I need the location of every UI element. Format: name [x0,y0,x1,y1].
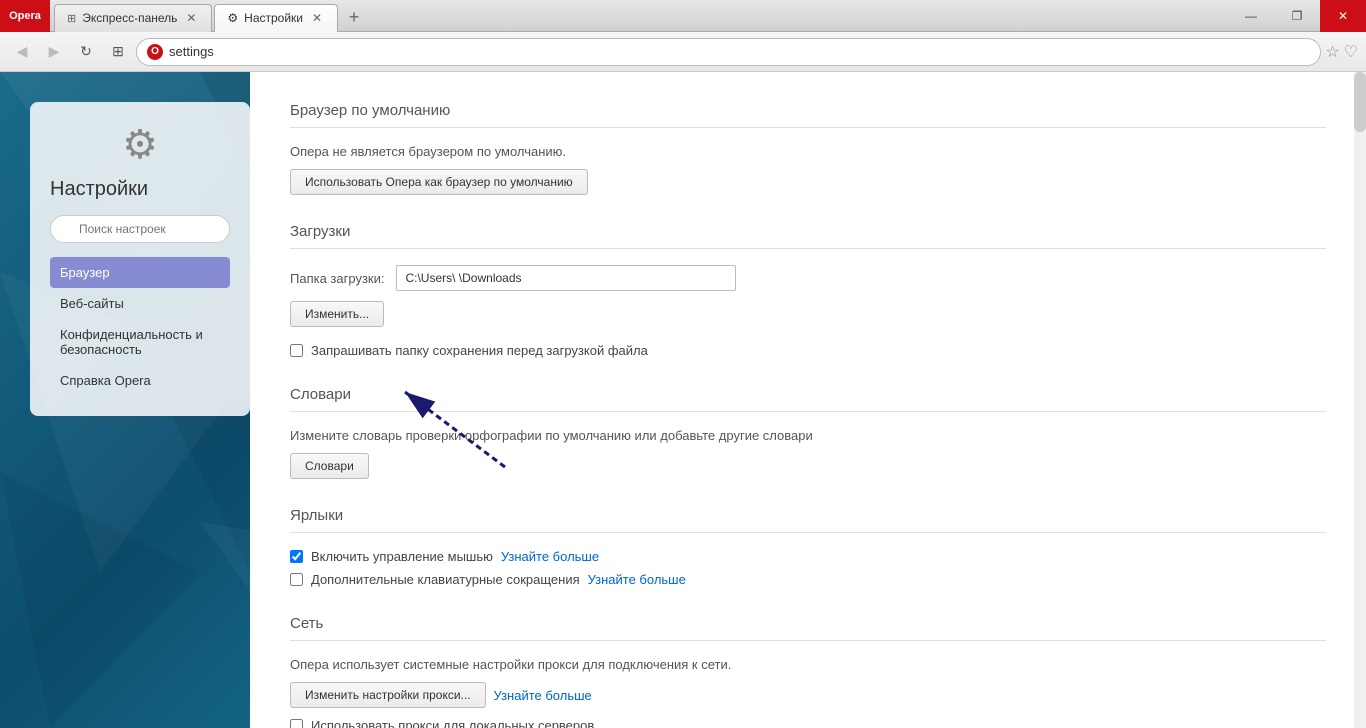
opera-icon: O [147,44,163,60]
ask-folder-label: Запрашивать папку сохранения перед загру… [311,343,648,358]
heart-icon[interactable]: ♡ [1344,42,1358,62]
keyboard-checkbox[interactable] [290,573,303,586]
toolbar: ◀ ▶ ↻ ⊞ O ☆ ♡ [0,32,1366,72]
settings-gear-icon: ⚙ [227,11,238,25]
mouse-control-label: Включить управление мышью [311,549,493,564]
mouse-control-checkbox[interactable] [290,550,303,563]
network-title: Сеть [290,615,1326,641]
default-browser-title: Браузер по умолчанию [290,102,1326,128]
network-section: Сеть Опера использует системные настройк… [290,615,1326,728]
scrollbar-thumb[interactable] [1354,72,1366,132]
default-browser-section: Браузер по умолчанию Опера не является б… [290,102,1326,195]
main-area: ⚙ Настройки 🔍 Браузер Веб-сайты Конфиден… [0,72,1366,728]
grid-icon: ⊞ [67,12,76,25]
close-button[interactable]: ✕ [1320,0,1366,32]
tab-express-label: Экспресс-панель [82,11,177,25]
network-text: Опера использует системные настройки про… [290,657,1326,672]
tab-express-close[interactable]: ✕ [183,10,199,26]
ask-folder-row: Запрашивать папку сохранения перед загру… [290,343,1326,358]
search-wrapper: 🔍 [50,215,230,243]
new-tab-button[interactable]: + [340,4,368,32]
opera-logo-text: Opera [9,10,41,22]
reload-button[interactable]: ↻ [72,38,100,66]
sidebar-item-help[interactable]: Справка Opera [50,365,230,396]
window-controls: — ❐ ✕ [1228,0,1366,32]
sidebar-item-browser[interactable]: Браузер [50,257,230,288]
mouse-control-row: Включить управление мышью Узнайте больше [290,549,1326,564]
keyboard-label: Дополнительные клавиатурные сокращения [311,572,580,587]
sidebar: ⚙ Настройки 🔍 Браузер Веб-сайты Конфиден… [30,102,250,416]
downloads-section: Загрузки Папка загрузки: C:\Users\ \Down… [290,223,1326,358]
set-default-browser-button[interactable]: Использовать Опера как браузер по умолча… [290,169,588,195]
sidebar-item-privacy[interactable]: Конфиденциальность и безопасность [50,319,230,365]
minimize-button[interactable]: — [1228,0,1274,32]
titlebar: Opera ⊞ Экспресс-панель ✕ ⚙ Настройки ✕ … [0,0,1366,32]
download-path-input[interactable]: C:\Users\ \Downloads [396,265,736,291]
default-browser-text: Опера не является браузером по умолчанию… [290,144,1326,159]
proxy-settings-button[interactable]: Изменить настройки прокси... [290,682,486,708]
opera-logo: Opera [0,0,50,32]
grid-button[interactable]: ⊞ [104,38,132,66]
sidebar-item-websites[interactable]: Веб-сайты [50,288,230,319]
change-folder-button[interactable]: Изменить... [290,301,384,327]
tab-settings-close[interactable]: ✕ [309,10,325,26]
local-proxy-label: Использовать прокси для локальных сервер… [311,718,594,728]
local-proxy-row: Использовать прокси для локальных сервер… [290,718,1326,728]
bookmark-star[interactable]: ☆ [1325,42,1339,62]
address-bar[interactable]: O [136,38,1321,66]
keyboard-learn-more-link[interactable]: Узнайте больше [588,572,686,587]
tabs-area: ⊞ Экспресс-панель ✕ ⚙ Настройки ✕ + [50,0,1228,32]
sidebar-title: Настройки [50,178,230,201]
folder-label: Папка загрузки: [290,271,384,286]
address-input[interactable] [169,44,1310,59]
tab-express[interactable]: ⊞ Экспресс-панель ✕ [54,4,212,32]
settings-search[interactable] [50,215,230,243]
restore-button[interactable]: ❐ [1274,0,1320,32]
tab-settings[interactable]: ⚙ Настройки ✕ [214,4,338,32]
dictionaries-button[interactable]: Словари [290,453,369,479]
settings-main-icon: ⚙ [50,122,230,168]
mouse-learn-more-link[interactable]: Узнайте больше [501,549,599,564]
dictionaries-title: Словари [290,386,1326,412]
download-path-text: C:\Users\ \Downloads [405,271,521,285]
dictionaries-text: Измените словарь проверки орфографии по … [290,428,1326,443]
settings-content: Браузер по умолчанию Опера не является б… [250,72,1366,728]
shortcuts-title: Ярлыки [290,507,1326,533]
tab-settings-label: Настройки [244,11,303,25]
ask-folder-checkbox[interactable] [290,344,303,357]
downloads-title: Загрузки [290,223,1326,249]
keyboard-row: Дополнительные клавиатурные сокращения У… [290,572,1326,587]
shortcuts-section: Ярлыки Включить управление мышью Узнайте… [290,507,1326,587]
download-folder-row: Папка загрузки: C:\Users\ \Downloads [290,265,1326,291]
proxy-learn-more-link[interactable]: Узнайте больше [494,688,592,703]
dictionaries-section: Словари Измените словарь проверки орфогр… [290,386,1326,479]
toolbar-right: ☆ ♡ [1325,42,1358,62]
back-button[interactable]: ◀ [8,38,36,66]
scrollbar-track[interactable] [1354,72,1366,728]
local-proxy-checkbox[interactable] [290,719,303,728]
forward-button[interactable]: ▶ [40,38,68,66]
